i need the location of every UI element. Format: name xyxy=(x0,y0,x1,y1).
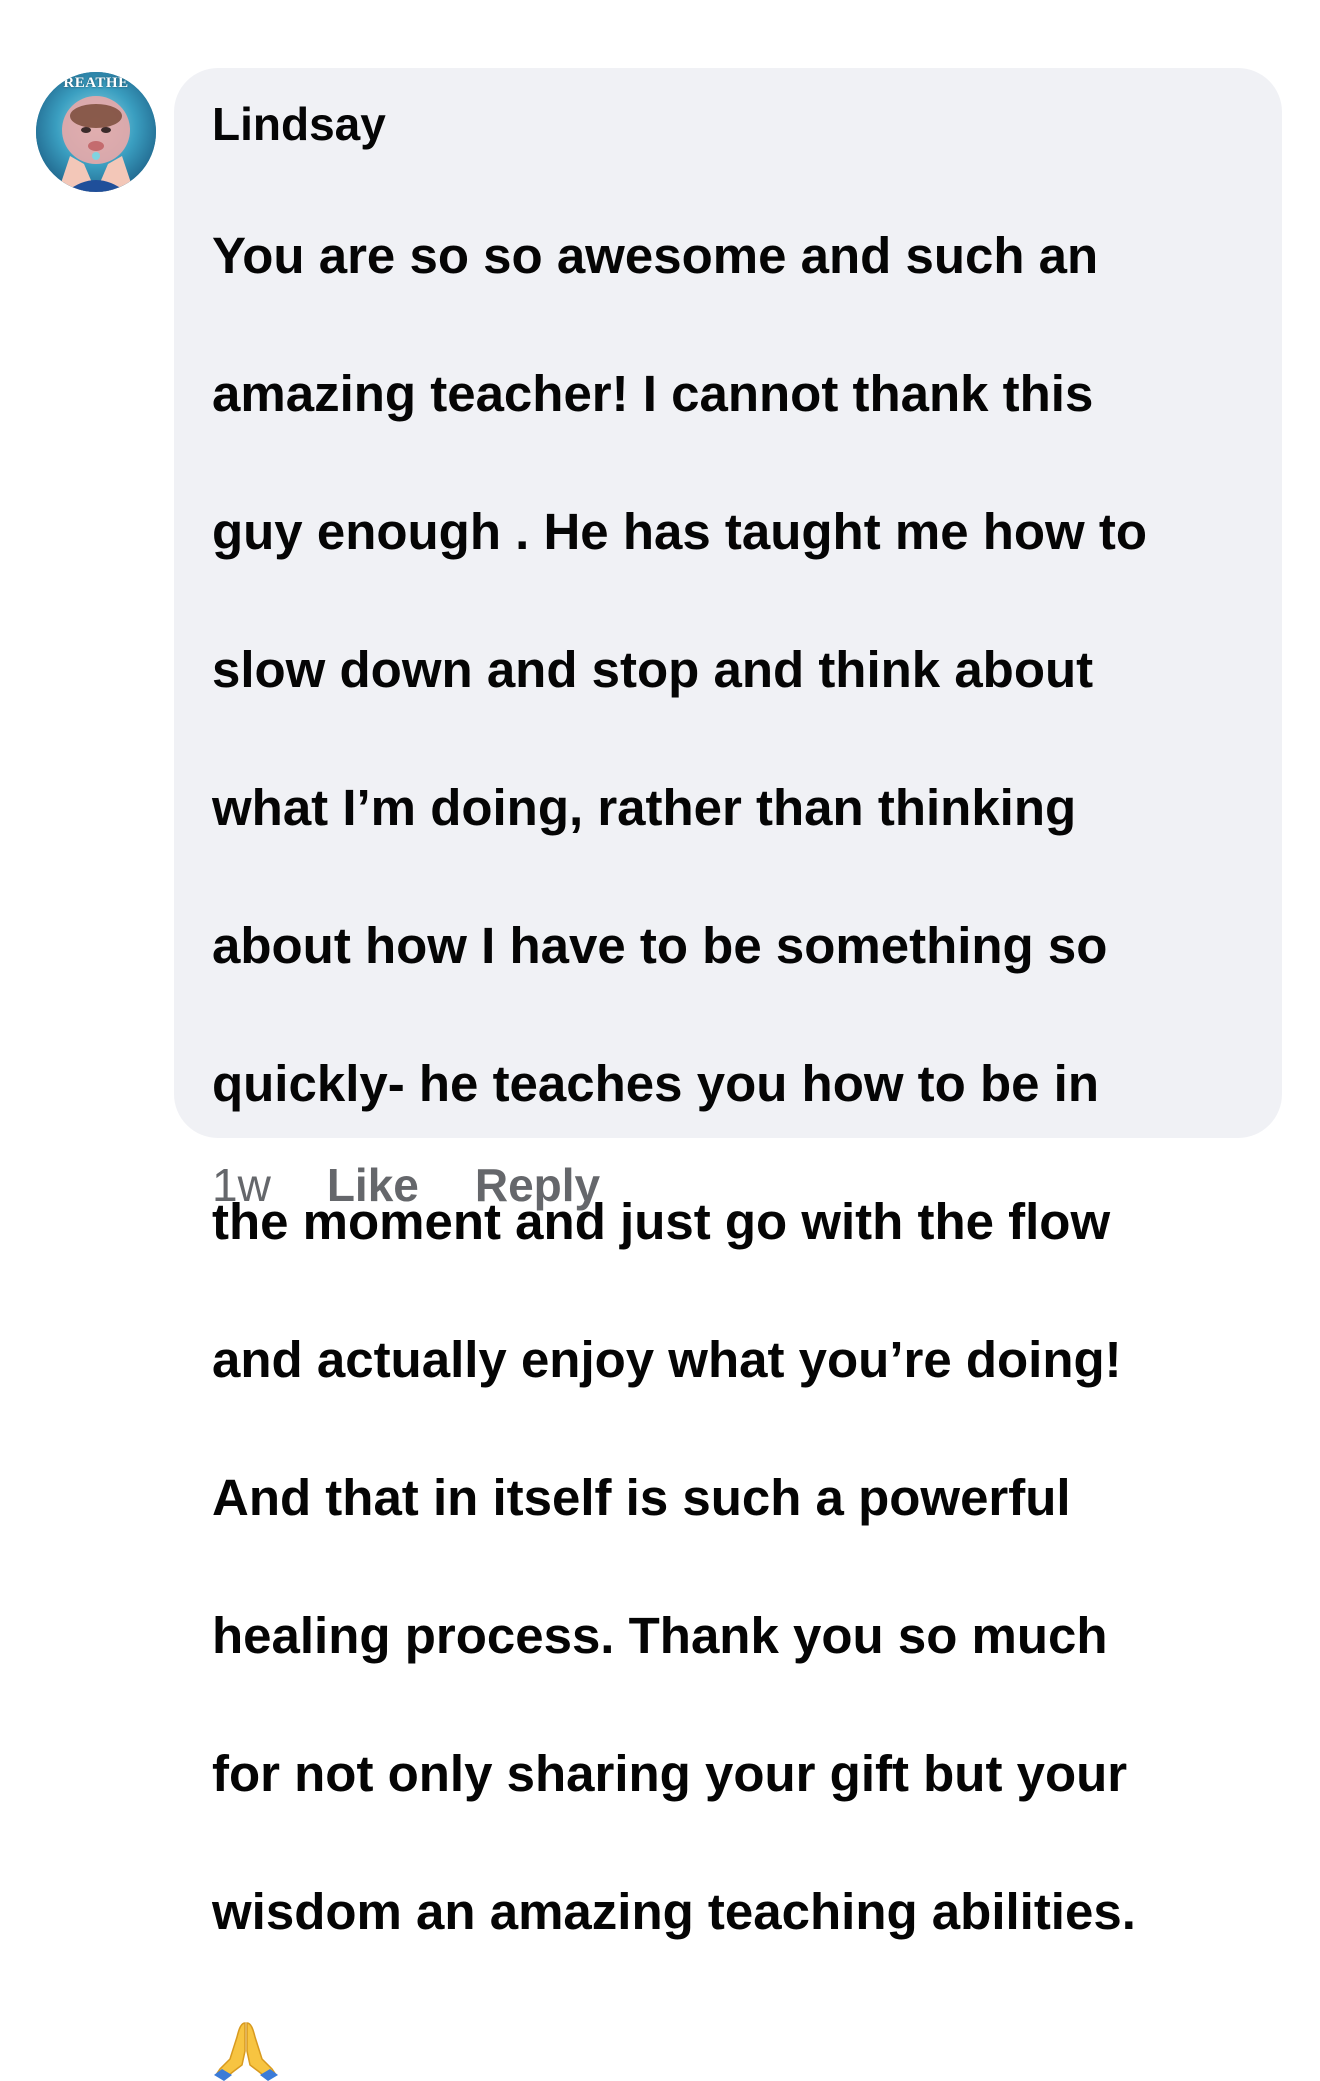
avatar[interactable]: REATHE xyxy=(36,72,156,192)
comment-text-line: slow down and stop and think about xyxy=(212,641,1094,698)
comment-text-line: amazing teacher! I cannot thank this xyxy=(212,365,1094,422)
comment-text-line: You are so so awesome and such an xyxy=(212,227,1099,284)
author-name[interactable]: Lindsay xyxy=(212,96,1252,152)
avatar-text: REATHE xyxy=(63,75,129,91)
comment-text-line: about how I have to be something so xyxy=(212,917,1108,974)
comment-text-line: And that in itself is such a powerful xyxy=(212,1469,1071,1526)
comment-text-line: guy enough . He has taught me how to xyxy=(212,503,1148,560)
comment-text: You are so so awesome and such an amazin… xyxy=(212,152,1252,2015)
like-button[interactable]: Like xyxy=(327,1158,419,1212)
comment-text-line: and actually enjoy what you’re doing! xyxy=(212,1331,1122,1388)
comment-actions: 1w Like Reply xyxy=(212,1150,600,1220)
comment-text-line: for not only sharing your gift but your xyxy=(212,1745,1128,1802)
comment-text-line: healing process. Thank you so much xyxy=(212,1607,1108,1664)
comment-text-line: what I’m doing, rather than thinking xyxy=(212,779,1077,836)
folded-hands-emoji-icon xyxy=(214,2022,278,2081)
comment-text-line: quickly- he teaches you how to be in xyxy=(212,1055,1099,1112)
comment-bubble: Lindsay You are so so awesome and such a… xyxy=(174,68,1282,2081)
reply-button[interactable]: Reply xyxy=(475,1158,600,1212)
comment-text-line: wisdom an amazing teaching abilities. xyxy=(212,1883,1136,1940)
timestamp[interactable]: 1w xyxy=(212,1158,271,1212)
comment: REATHE Lindsay You are so so awesome and… xyxy=(0,0,1320,2081)
